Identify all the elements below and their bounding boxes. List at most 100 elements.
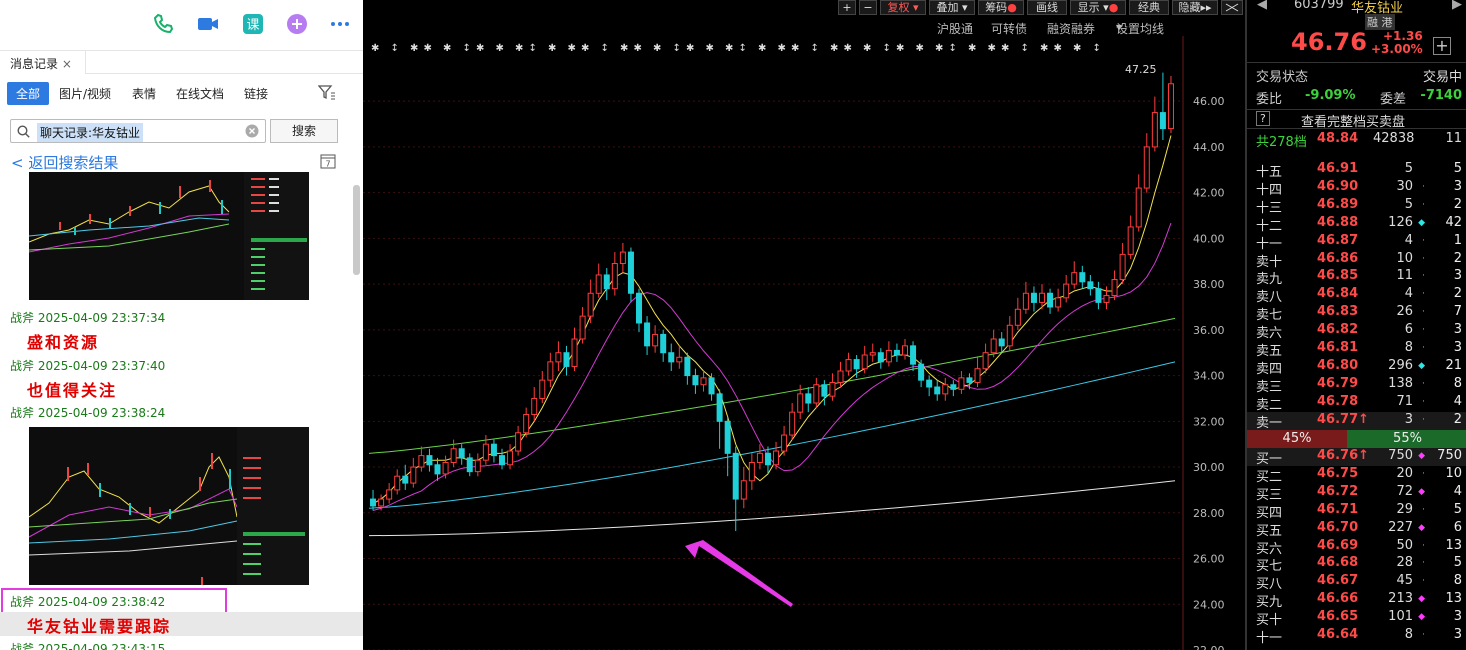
message-meta: 战斧 2025-04-09 23:38:42 (10, 593, 165, 610)
next-stock-icon[interactable]: ▶ (1452, 0, 1462, 12)
clear-icon[interactable] (245, 124, 259, 138)
video-call-icon[interactable] (196, 12, 220, 36)
level-label: 买五 (1256, 523, 1283, 539)
candle-body (555, 352, 562, 363)
filter-settings-icon[interactable] (318, 84, 336, 100)
bid-row[interactable]: 买五 46.70 227 ◆ 6 (1247, 520, 1466, 539)
course-icon[interactable]: 课 (241, 12, 265, 36)
candle-body (740, 480, 747, 500)
ask-row[interactable]: 十一 46.87 4 · 1 (1247, 232, 1466, 252)
search-button[interactable]: 搜索 (270, 119, 338, 143)
level-marker: · (1422, 576, 1425, 587)
ask-row[interactable]: 卖七 46.83 26 · 7 (1247, 304, 1466, 323)
candle-body (644, 322, 651, 347)
ask-row[interactable]: 十五 46.91 5 5 (1247, 161, 1466, 180)
level-orders: 10 (1445, 465, 1462, 481)
bid-row[interactable]: 买二 46.75 20 · 10 (1247, 465, 1466, 485)
stock-code: 603799 (1294, 0, 1344, 12)
candle-body (692, 375, 699, 386)
prev-stock-icon[interactable]: ◀ (1257, 0, 1267, 12)
level-marker: · (1422, 504, 1425, 515)
candle-body (829, 381, 836, 397)
level-marker: · (1422, 325, 1425, 336)
ask-row[interactable]: 卖五 46.81 8 · 3 (1247, 340, 1466, 359)
bid-row[interactable]: 买四 46.71 29 · 5 (1247, 501, 1466, 521)
wc-label: 委差 (1380, 92, 1407, 107)
close-icon[interactable]: × (62, 57, 72, 71)
ask-row[interactable]: 卖三 46.79 138 · 8 (1247, 376, 1466, 395)
message-time: 2025-04-09 23:37:40 (37, 359, 166, 373)
candle-body (402, 475, 409, 484)
ask-row[interactable]: 十四 46.90 30 · 3 (1247, 179, 1466, 198)
ask-row[interactable]: 卖四 46.80 296 ◆ 21 (1247, 358, 1466, 377)
level-marker: ◆ (1418, 594, 1425, 605)
level-marker: · (1422, 199, 1425, 210)
ask-row[interactable]: 卖六 46.82 6 · 3 (1247, 322, 1466, 341)
ask-row[interactable]: 十二 46.88 126 ◆ 42 (1247, 214, 1466, 234)
level-marker: ◆ (1418, 451, 1425, 461)
level-price: 46.65 (1317, 609, 1359, 625)
level-price: 46.82 (1317, 322, 1359, 338)
candlestick-chart[interactable]: 46.00 44.00 42.00 40.00 38.00 36.00 34.00 32.00… (363, 0, 1245, 650)
filter-all[interactable]: 全部 (7, 82, 50, 105)
more-icon[interactable] (328, 12, 352, 36)
filter-emoji[interactable]: 表情 (132, 85, 156, 102)
level-volume: 126 (1388, 214, 1413, 230)
search-input[interactable]: 聊天记录:华友钴业 (10, 119, 266, 143)
bid-row[interactable]: 买六 46.69 50 · 13 (1247, 538, 1466, 557)
ask-row[interactable]: 卖八 46.84 4 · 2 (1247, 286, 1466, 305)
ask-row[interactable]: 卖九 46.85 11 · 3 (1247, 268, 1466, 287)
event-marker: ✱ (568, 43, 576, 54)
candle-body (1079, 272, 1086, 283)
level-price: 46.72 (1317, 483, 1359, 499)
level-label: 买三 (1256, 487, 1283, 503)
phone-icon[interactable] (152, 12, 176, 36)
bid-row[interactable]: 买八 46.67 45 · 8 (1247, 573, 1466, 592)
event-marker: ✱ (548, 43, 556, 54)
level-orders: 1 (1453, 232, 1462, 248)
level-orders: 5 (1453, 501, 1462, 517)
filter-links[interactable]: 链接 (244, 85, 268, 102)
add-icon[interactable] (285, 12, 309, 36)
ask-row[interactable]: 卖十 46.86 10 · 2 (1247, 250, 1466, 270)
event-marker: ✱ (496, 43, 504, 54)
candle-body (547, 361, 554, 381)
level-marker: · (1422, 396, 1425, 407)
chart-thumbnail-image[interactable] (29, 172, 309, 300)
event-marker: ✱ (935, 43, 943, 54)
calendar-icon[interactable]: 7 (320, 153, 336, 169)
candle-body (958, 377, 965, 390)
last-price: 46.76 (1291, 28, 1367, 56)
chart-thumbnail-image[interactable] (29, 427, 309, 585)
ask-row[interactable]: 卖二 46.78 71 · 4 (1247, 393, 1466, 413)
filter-docs[interactable]: 在线文档 (176, 85, 224, 102)
filter-media[interactable]: 图片/视频 (59, 85, 111, 102)
event-marker: ✱ (371, 43, 379, 54)
level-volume: 10 (1396, 250, 1413, 266)
scrollbar-thumb[interactable] (353, 185, 360, 275)
y-tick-label: 28.00 (1193, 507, 1225, 520)
tab-message-history[interactable]: 消息记录 × (0, 51, 86, 74)
add-watchlist-button[interactable]: + (1433, 37, 1451, 55)
back-to-results-link[interactable]: < 返回搜索结果 (11, 152, 118, 173)
ask-row[interactable]: 卖一 46.77↑ 3 · 2 (1247, 411, 1466, 431)
candle-body (813, 384, 820, 404)
sell-ratio-bar: 45% (1247, 430, 1347, 448)
bid-row[interactable]: 买三 46.72 72 ◆ 4 (1247, 483, 1466, 503)
event-marker: ✱ (443, 43, 451, 54)
bid-row[interactable]: 十一 46.64 8 · 3 (1247, 627, 1466, 646)
bid-row[interactable]: 买一 46.76↑ 750 ◆ 750 (1247, 448, 1466, 467)
help-icon[interactable]: ? (1256, 111, 1270, 126)
level-marker: · (1422, 378, 1425, 389)
level-label: 卖十 (1256, 254, 1283, 270)
event-marker: ✱ (1040, 43, 1048, 54)
candle-body (1167, 83, 1174, 130)
bid-row[interactable]: 买十 46.65 101 ◆ 3 (1247, 609, 1466, 628)
level-price: 46.78 (1317, 393, 1359, 409)
full-depth-button[interactable]: ? 查看完整档买卖盘 (1247, 109, 1466, 130)
level-volume: 750 (1388, 448, 1413, 463)
level-label: 十三 (1256, 200, 1283, 216)
bid-row[interactable]: 买九 46.66 213 ◆ 13 (1247, 591, 1466, 610)
ask-row[interactable]: 十三 46.89 5 · 2 (1247, 197, 1466, 216)
bid-row[interactable]: 买七 46.68 28 · 5 (1247, 555, 1466, 574)
